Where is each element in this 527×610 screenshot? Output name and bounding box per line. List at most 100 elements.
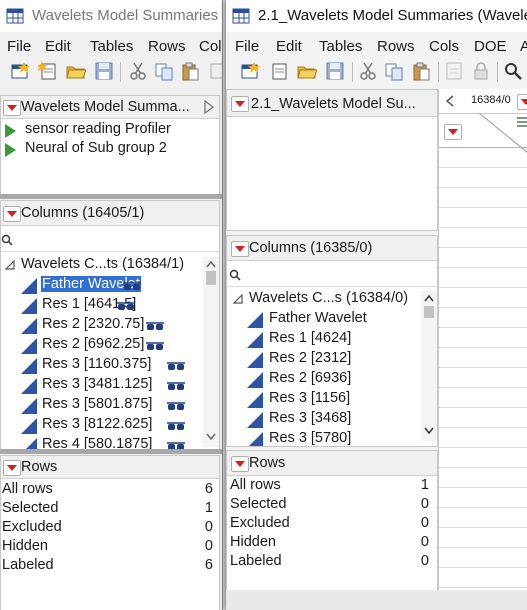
open-folder-icon[interactable] bbox=[66, 61, 86, 81]
column-item[interactable]: Res 3 [5780] bbox=[247, 430, 421, 446]
row-state-count: 1 bbox=[204, 500, 213, 516]
hidden-column-icon[interactable] bbox=[145, 320, 165, 332]
disclosure-red-triangle-icon[interactable] bbox=[3, 206, 21, 222]
columns-list-icon[interactable] bbox=[515, 115, 527, 129]
columns-scrollbar[interactable] bbox=[421, 291, 437, 441]
menu-file[interactable]: File bbox=[235, 38, 259, 55]
scroll-left-icon[interactable] bbox=[445, 95, 455, 107]
copy-icon[interactable] bbox=[154, 61, 174, 81]
script-item[interactable]: sensor reading Profiler bbox=[1, 121, 219, 141]
row-state-label: Excluded bbox=[230, 515, 290, 531]
scroll-up-icon[interactable] bbox=[206, 261, 216, 268]
search-icon[interactable] bbox=[503, 61, 523, 81]
cut-icon[interactable] bbox=[358, 61, 378, 81]
column-item[interactable]: Res 3 [8122.625] bbox=[19, 416, 203, 436]
column-item[interactable]: Res 3 [5801.875] bbox=[19, 396, 203, 416]
panel-splitter[interactable] bbox=[0, 449, 222, 454]
column-item[interactable]: Res 1 [4624] bbox=[247, 330, 421, 350]
row-state-count: 0 bbox=[420, 553, 429, 569]
script-disabled-icon[interactable] bbox=[444, 61, 464, 81]
continuous-column-icon bbox=[21, 298, 37, 314]
row-state-item: Hidden 0 bbox=[227, 534, 437, 554]
scroll-thumb[interactable] bbox=[206, 271, 216, 285]
hidden-column-icon[interactable] bbox=[166, 380, 186, 392]
title-bar[interactable]: Wavelets Model Summaries ( bbox=[0, 0, 222, 32]
expanded-triangle-icon[interactable] bbox=[5, 260, 15, 270]
column-group[interactable]: Wavelets C...s (16384/0) bbox=[227, 290, 437, 310]
menu-rows[interactable]: Rows bbox=[148, 38, 186, 55]
header-divider bbox=[439, 147, 527, 148]
paste-icon[interactable] bbox=[180, 61, 200, 81]
column-item[interactable]: Res 4 [580.1875] bbox=[19, 436, 203, 449]
menu-edit[interactable]: Edit bbox=[276, 38, 302, 55]
new-data-table-icon[interactable] bbox=[10, 61, 30, 81]
disclosure-red-triangle-icon[interactable] bbox=[3, 460, 21, 476]
panel-splitter[interactable] bbox=[0, 194, 222, 199]
data-table-app-icon bbox=[6, 8, 24, 24]
hidden-column-icon[interactable] bbox=[145, 340, 165, 352]
column-search-field[interactable] bbox=[227, 264, 437, 287]
hidden-column-icon[interactable] bbox=[166, 360, 186, 372]
column-group[interactable]: Wavelets C...ts (16384/1) bbox=[1, 256, 219, 276]
cut-icon[interactable] bbox=[128, 61, 148, 81]
column-item[interactable]: Res 3 [1156] bbox=[247, 390, 421, 410]
column-search-field[interactable] bbox=[1, 229, 219, 252]
copy-icon[interactable] bbox=[384, 61, 404, 81]
new-data-table-icon[interactable] bbox=[240, 61, 260, 81]
columns-scrollbar[interactable] bbox=[203, 257, 219, 447]
hidden-column-icon[interactable] bbox=[116, 300, 136, 312]
rows-panel: Rows All rows 1 Selected 0 Excluded 0 Hidden 0 L… bbox=[226, 450, 438, 592]
title-bar[interactable]: 2.1_Wavelets Model Summaries (Wavele bbox=[226, 0, 527, 32]
menu-edit[interactable]: Edit bbox=[45, 38, 71, 55]
column-item[interactable]: Father Wavelet bbox=[19, 276, 203, 296]
scroll-thumb[interactable] bbox=[424, 306, 434, 318]
save-icon[interactable] bbox=[325, 61, 345, 81]
column-item[interactable]: Res 2 [2320.75] bbox=[19, 316, 203, 336]
disclosure-red-triangle-icon[interactable] bbox=[517, 94, 527, 110]
expanded-triangle-icon[interactable] bbox=[233, 294, 243, 304]
menu-tables[interactable]: Tables bbox=[319, 38, 362, 55]
hidden-column-icon[interactable] bbox=[166, 420, 186, 432]
disclosure-red-triangle-icon[interactable] bbox=[444, 124, 462, 140]
scroll-up-icon[interactable] bbox=[424, 295, 434, 302]
menu-analyze[interactable]: A bbox=[520, 38, 527, 55]
paste-icon[interactable] bbox=[411, 61, 431, 81]
menu-file[interactable]: File bbox=[7, 38, 31, 55]
run-script-icon[interactable] bbox=[5, 143, 16, 157]
lock-icon[interactable] bbox=[471, 61, 491, 81]
scroll-down-icon[interactable] bbox=[206, 433, 216, 440]
column-item[interactable]: Res 2 [6962.25] bbox=[19, 336, 203, 356]
scroll-down-icon[interactable] bbox=[424, 427, 434, 434]
save-icon[interactable] bbox=[94, 61, 114, 81]
disclosure-red-triangle-icon[interactable] bbox=[231, 96, 249, 112]
column-item[interactable]: Res 3 [3468] bbox=[247, 410, 421, 430]
hidden-column-icon[interactable] bbox=[166, 400, 186, 412]
column-item[interactable]: Res 2 [6936] bbox=[247, 370, 421, 390]
new-script-icon[interactable] bbox=[269, 61, 289, 81]
column-item[interactable]: Father Wavelet bbox=[247, 310, 421, 330]
column-item[interactable]: Res 1 [4641.5] bbox=[19, 296, 203, 316]
disclosure-red-triangle-icon[interactable] bbox=[3, 100, 21, 116]
menu-cols[interactable]: Cols bbox=[199, 38, 222, 55]
menu-cols[interactable]: Cols bbox=[429, 38, 459, 55]
toolbar bbox=[226, 58, 527, 86]
grid-row-line bbox=[439, 207, 527, 208]
script-item[interactable]: Neural of Sub group 2 bbox=[1, 140, 219, 160]
column-item[interactable]: Res 2 [2312] bbox=[247, 350, 421, 370]
disclosure-red-triangle-icon[interactable] bbox=[231, 241, 249, 257]
toolbar-separator bbox=[497, 62, 498, 82]
menu-tables[interactable]: Tables bbox=[90, 38, 133, 55]
new-script-icon[interactable] bbox=[38, 61, 58, 81]
column-item[interactable]: Res 3 [1160.375] bbox=[19, 356, 203, 376]
collapse-arrow-icon[interactable] bbox=[204, 100, 214, 114]
hidden-column-icon[interactable] bbox=[122, 280, 142, 292]
menu-rows[interactable]: Rows bbox=[377, 38, 415, 55]
column-item[interactable]: Res 3 [3481.125] bbox=[19, 376, 203, 396]
disclosure-red-triangle-icon[interactable] bbox=[231, 456, 249, 472]
menu-doe[interactable]: DOE bbox=[474, 38, 507, 55]
open-folder-icon[interactable] bbox=[297, 61, 317, 81]
table-panel: Wavelets Model Summa... sensor reading P… bbox=[0, 95, 220, 195]
toolbar-overflow-icon[interactable] bbox=[208, 61, 223, 81]
run-script-icon[interactable] bbox=[5, 124, 16, 138]
data-grid[interactable]: 16384/0 bbox=[438, 89, 527, 590]
